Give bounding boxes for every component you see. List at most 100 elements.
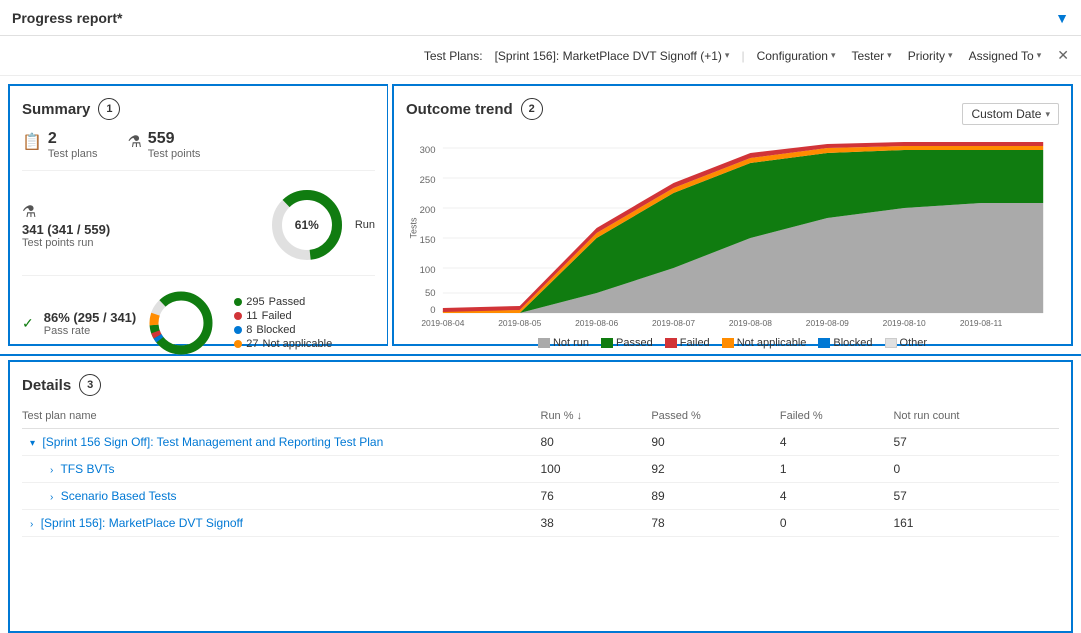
- priority-filter[interactable]: Priority ▾: [904, 47, 957, 65]
- expand-button[interactable]: ›: [50, 492, 53, 503]
- test-plans-label: Test Plans:: [424, 49, 483, 63]
- passed-rect: [601, 338, 613, 348]
- svg-text:2019-08-10: 2019-08-10: [883, 319, 926, 328]
- passed-dot: [234, 298, 242, 306]
- summary-bottom: ✓ 86% (295 / 341) Pass rate: [22, 288, 375, 358]
- table-row: › Scenario Based Tests 76 89 4 57: [22, 483, 1059, 510]
- failed-legend-item: 11 Failed: [234, 310, 332, 322]
- row-name-cell: › Scenario Based Tests: [22, 483, 541, 510]
- not-applicable-legend: Not applicable: [722, 337, 807, 349]
- pass-legend: 295 Passed 11 Failed 8 Blocked: [234, 296, 332, 350]
- run-donut: 61%: [267, 185, 347, 265]
- failed-legend: Failed: [665, 337, 710, 349]
- test-points-icon: ⚗: [127, 132, 141, 152]
- expand-button[interactable]: ▾: [30, 438, 35, 449]
- row-plan-name[interactable]: [Sprint 156 Sign Off]: Test Management a…: [42, 435, 383, 449]
- table-row: › TFS BVTs 100 92 1 0: [22, 456, 1059, 483]
- test-points-stat: ⚗ 559 Test points: [127, 130, 200, 160]
- row-not-run-count: 0: [893, 456, 1059, 483]
- svg-text:2019-08-09: 2019-08-09: [806, 319, 849, 328]
- col-not-run-count: Not run count: [893, 406, 1059, 429]
- row-run-pct: 100: [541, 456, 652, 483]
- configuration-label: Configuration: [757, 49, 828, 63]
- row-name-cell: › TFS BVTs: [22, 456, 541, 483]
- test-plans-stat: 📋 2 Test plans: [22, 130, 97, 160]
- row-not-run-count: 161: [893, 510, 1059, 537]
- table-row: › [Sprint 156]: MarketPlace DVT Signoff …: [22, 510, 1059, 537]
- blocked-legend: Blocked: [818, 337, 872, 349]
- test-plans-chevron: ▾: [725, 50, 730, 61]
- svg-text:50: 50: [425, 288, 436, 298]
- row-plan-name[interactable]: TFS BVTs: [60, 462, 114, 476]
- col-failed-pct: Failed %: [780, 406, 894, 429]
- summary-header: Summary 1: [22, 98, 375, 120]
- tester-filter[interactable]: Tester ▾: [847, 47, 895, 65]
- priority-label: Priority: [908, 49, 945, 63]
- test-points-count: 559: [148, 130, 201, 148]
- col-test-plan-name: Test plan name: [22, 406, 541, 429]
- outcome-section-header: Outcome trend 2: [406, 98, 543, 120]
- row-run-pct: 76: [541, 483, 652, 510]
- outcome-header: Outcome trend 2 Custom Date ▾: [406, 98, 1059, 130]
- assigned-to-filter[interactable]: Assigned To ▾: [965, 47, 1046, 65]
- svg-text:200: 200: [420, 205, 436, 215]
- run-icon: ⚗: [22, 204, 36, 221]
- tester-chevron: ▾: [887, 50, 892, 61]
- chart-area: 300 250 200 150 100 50 0 Tests: [406, 138, 1059, 333]
- not-run-legend: Not run: [538, 337, 589, 349]
- pass-donut: [146, 288, 216, 358]
- main-content: Summary 1 📋 2 Test plans ⚗ 559 Test poin…: [0, 76, 1081, 629]
- failed-dot: [234, 312, 242, 320]
- check-icon: ✓: [22, 315, 34, 332]
- svg-text:150: 150: [420, 235, 436, 245]
- details-panel: Details 3 Test plan name Run % ↓ Passed …: [8, 360, 1073, 633]
- page-title: Progress report*: [12, 10, 122, 26]
- row-failed-pct: 0: [780, 510, 894, 537]
- col-passed-pct: Passed %: [651, 406, 780, 429]
- configuration-filter[interactable]: Configuration ▾: [753, 47, 840, 65]
- test-points-stat-label: Test points: [148, 148, 201, 160]
- pass-value: 86% (295 / 341): [44, 310, 137, 325]
- details-title: Details: [22, 377, 71, 394]
- test-plans-icon: 📋: [22, 132, 42, 152]
- expand-button[interactable]: ›: [30, 519, 33, 530]
- blocked-rect: [818, 338, 830, 348]
- other-legend: Other: [885, 337, 928, 349]
- svg-text:2019-08-05: 2019-08-05: [498, 319, 541, 328]
- row-passed-pct: 78: [651, 510, 780, 537]
- assigned-to-chevron: ▾: [1037, 50, 1042, 61]
- row-passed-pct: 92: [651, 456, 780, 483]
- col-run-pct: Run % ↓: [541, 406, 652, 429]
- test-plans-count: 2: [48, 130, 98, 148]
- details-number: 3: [79, 374, 101, 396]
- run-label: Test points run: [22, 237, 247, 249]
- row-plan-name[interactable]: Scenario Based Tests: [61, 489, 177, 503]
- row-not-run-count: 57: [893, 429, 1059, 456]
- outcome-panel: Outcome trend 2 Custom Date ▾ 300 250 20…: [392, 84, 1073, 346]
- svg-text:2019-08-08: 2019-08-08: [729, 319, 772, 328]
- filter-bar: Test Plans: [Sprint 156]: MarketPlace DV…: [0, 36, 1081, 76]
- expand-button[interactable]: ›: [50, 465, 53, 476]
- run-percent: 61%: [295, 218, 319, 232]
- not-applicable-rect: [722, 338, 734, 348]
- tester-label: Tester: [851, 49, 884, 63]
- custom-date-button[interactable]: Custom Date ▾: [962, 103, 1059, 125]
- page-header: Progress report* ▼: [0, 0, 1081, 36]
- svg-text:2019-08-11: 2019-08-11: [960, 319, 1003, 328]
- filter-icon[interactable]: ▼: [1055, 10, 1069, 26]
- test-plans-value: [Sprint 156]: MarketPlace DVT Signoff (+…: [495, 49, 722, 63]
- row-plan-name[interactable]: [Sprint 156]: MarketPlace DVT Signoff: [41, 516, 243, 530]
- row-passed-pct: 90: [651, 429, 780, 456]
- row-run-pct: 38: [541, 510, 652, 537]
- run-text: Run: [355, 219, 375, 231]
- bottom-row: Details 3 Test plan name Run % ↓ Passed …: [0, 356, 1081, 629]
- test-plans-filter[interactable]: [Sprint 156]: MarketPlace DVT Signoff (+…: [491, 47, 734, 65]
- close-button[interactable]: ✕: [1057, 47, 1069, 64]
- svg-text:100: 100: [420, 265, 436, 275]
- pass-label: Pass rate: [44, 325, 137, 337]
- row-failed-pct: 1: [780, 456, 894, 483]
- failed-rect: [665, 338, 677, 348]
- svg-text:2019-08-07: 2019-08-07: [652, 319, 695, 328]
- na-dot: [234, 340, 242, 348]
- passed-legend-item: 295 Passed: [234, 296, 332, 308]
